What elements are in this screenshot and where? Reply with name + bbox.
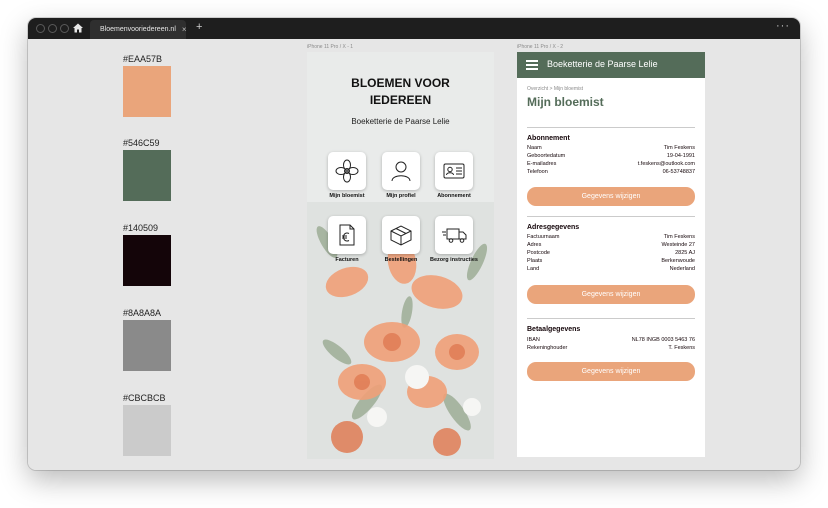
color-swatch[interactable] [123, 405, 171, 456]
detail-key: Factuurnaam [527, 234, 560, 240]
tile-abonnement[interactable] [435, 152, 473, 190]
detail-key: IBAN [527, 337, 540, 343]
section-divider [527, 318, 695, 319]
detail-key: E-mailadres [527, 161, 557, 167]
swatch-label: #140509 [123, 223, 159, 233]
detail-row: E-mailadres t.feskens@outlook.com [527, 161, 695, 169]
detail-row: Plaats Berkenwoude [527, 258, 695, 266]
detail-row: Postcode 2825 AJ [527, 250, 695, 258]
detail-value: Tim Feskens [663, 234, 695, 240]
detail-key: Plaats [527, 258, 543, 264]
browser-titlebar: Bloemenvooriedereen.nl × + ··· [28, 18, 800, 39]
id-card-icon [443, 163, 465, 179]
browser-tab[interactable]: Bloemenvooriedereen.nl × [90, 20, 187, 39]
swatch-label: #546C59 [123, 138, 160, 148]
detail-value: Tim Feskens [663, 145, 695, 151]
detail-key: Geboortedatum [527, 153, 566, 159]
detail-key: Rekeninghouder [527, 345, 568, 351]
hamburger-menu-icon[interactable] [526, 60, 538, 70]
zoom-window-button[interactable] [60, 24, 69, 33]
tile-label: Bezorg instructies [430, 257, 478, 263]
swatch-label: #EAA57B [123, 54, 163, 64]
home-title-line: IEDEREEN [369, 93, 432, 107]
detail-row: Adres Westeinde 27 [527, 242, 695, 250]
browser-window: Bloemenvooriedereen.nl × + ··· #EAA57B #… [28, 18, 800, 470]
detail-value: 2825 AJ [675, 250, 695, 256]
detail-value: T. Feskens [668, 345, 695, 351]
detail-row: Naam Tim Feskens [527, 145, 695, 153]
detail-row: Land Nederland [527, 266, 695, 274]
design-canvas: #EAA57B #546C59 #140509 #8A8A8A #CBCBCB … [28, 39, 800, 470]
flower-icon [335, 159, 359, 183]
detail-value: Berkenwoude [661, 258, 695, 264]
tab-title: Bloemenvooriedereen.nl [100, 26, 176, 33]
tab-close-icon[interactable]: × [182, 25, 187, 34]
box-icon [390, 225, 412, 246]
detail-row: Rekeninghouder T. Feskens [527, 345, 695, 353]
section-divider [527, 216, 695, 217]
section-title-adresgegevens: Adresgegevens [527, 224, 580, 231]
tile-bestellingen[interactable] [382, 216, 420, 254]
tile-label: Abonnement [437, 193, 471, 199]
person-icon [391, 161, 411, 182]
section-divider [527, 127, 695, 128]
color-swatch[interactable] [123, 235, 171, 286]
header-title: Boeketterie de Paarse Lelie [547, 59, 658, 69]
delivery-truck-icon [442, 228, 467, 243]
detail-value: t.feskens@outlook.com [637, 161, 695, 167]
home-screen-artboard[interactable]: BLOEMEN VOOR IEDEREEN Boeketterie de Paa… [307, 52, 494, 459]
detail-key: Land [527, 266, 540, 272]
color-swatch[interactable] [123, 320, 171, 371]
page-title: Mijn bloemist [527, 95, 604, 109]
home-title-line: BLOEMEN VOOR [351, 76, 450, 90]
swatch-label: #CBCBCB [123, 393, 166, 403]
breadcrumb[interactable]: Overzicht > Mijn bloemist [527, 86, 583, 92]
detail-value: Westeinde 27 [661, 242, 695, 248]
section-title-betaalgegevens: Betaalgegevens [527, 326, 581, 333]
tile-mijn-profiel[interactable] [382, 152, 420, 190]
detail-key: Adres [527, 242, 542, 248]
invoice-euro-icon [339, 224, 355, 246]
detail-row: Telefoon 06-53748837 [527, 169, 695, 177]
tile-label: Mijn profiel [386, 193, 416, 199]
home-icon[interactable] [72, 22, 84, 34]
florist-detail-artboard[interactable]: Boeketterie de Paarse Lelie Overzicht > … [517, 52, 705, 457]
tile-label: Mijn bloemist [329, 193, 365, 199]
close-window-button[interactable] [36, 24, 45, 33]
detail-key: Naam [527, 145, 542, 151]
home-subtitle: Boeketterie de Paarse Lelie [351, 117, 450, 126]
artboard-label: iPhone 11 Pro / X - 2 [517, 44, 564, 50]
color-swatch[interactable] [123, 66, 171, 117]
edit-payment-button[interactable]: Gegevens wijzigen [527, 362, 695, 381]
detail-key: Postcode [527, 250, 550, 256]
detail-value: NL78 INGB 0003 5463 76 [631, 337, 695, 343]
detail-value: 19-04-1991 [666, 153, 695, 159]
tile-label: Facturen [335, 257, 359, 263]
detail-row: IBAN NL78 INGB 0003 5463 76 [527, 337, 695, 345]
tile-mijn-bloemist[interactable] [328, 152, 366, 190]
detail-value: 06-53748837 [662, 169, 695, 175]
more-options-button[interactable]: ··· [776, 20, 790, 32]
detail-row: Factuurnaam Tim Feskens [527, 234, 695, 242]
edit-address-button[interactable]: Gegevens wijzigen [527, 285, 695, 304]
home-title: BLOEMEN VOOR IEDEREEN [307, 75, 494, 109]
detail-value: Nederland [669, 266, 695, 272]
tile-facturen[interactable] [328, 216, 366, 254]
artboard-label: iPhone 11 Pro / X - 1 [307, 44, 354, 50]
app-header: Boeketterie de Paarse Lelie [517, 52, 705, 78]
tile-bezorg-instructies[interactable] [435, 216, 473, 254]
swatch-label: #8A8A8A [123, 308, 162, 318]
detail-key: Telefoon [527, 169, 548, 175]
tile-label: Bestellingen [384, 257, 418, 263]
edit-subscription-button[interactable]: Gegevens wijzigen [527, 187, 695, 206]
new-tab-button[interactable]: + [196, 21, 202, 33]
detail-row: Geboortedatum 19-04-1991 [527, 153, 695, 161]
section-title-abonnement: Abonnement [527, 135, 570, 142]
color-swatch[interactable] [123, 150, 171, 201]
minimize-window-button[interactable] [48, 24, 57, 33]
